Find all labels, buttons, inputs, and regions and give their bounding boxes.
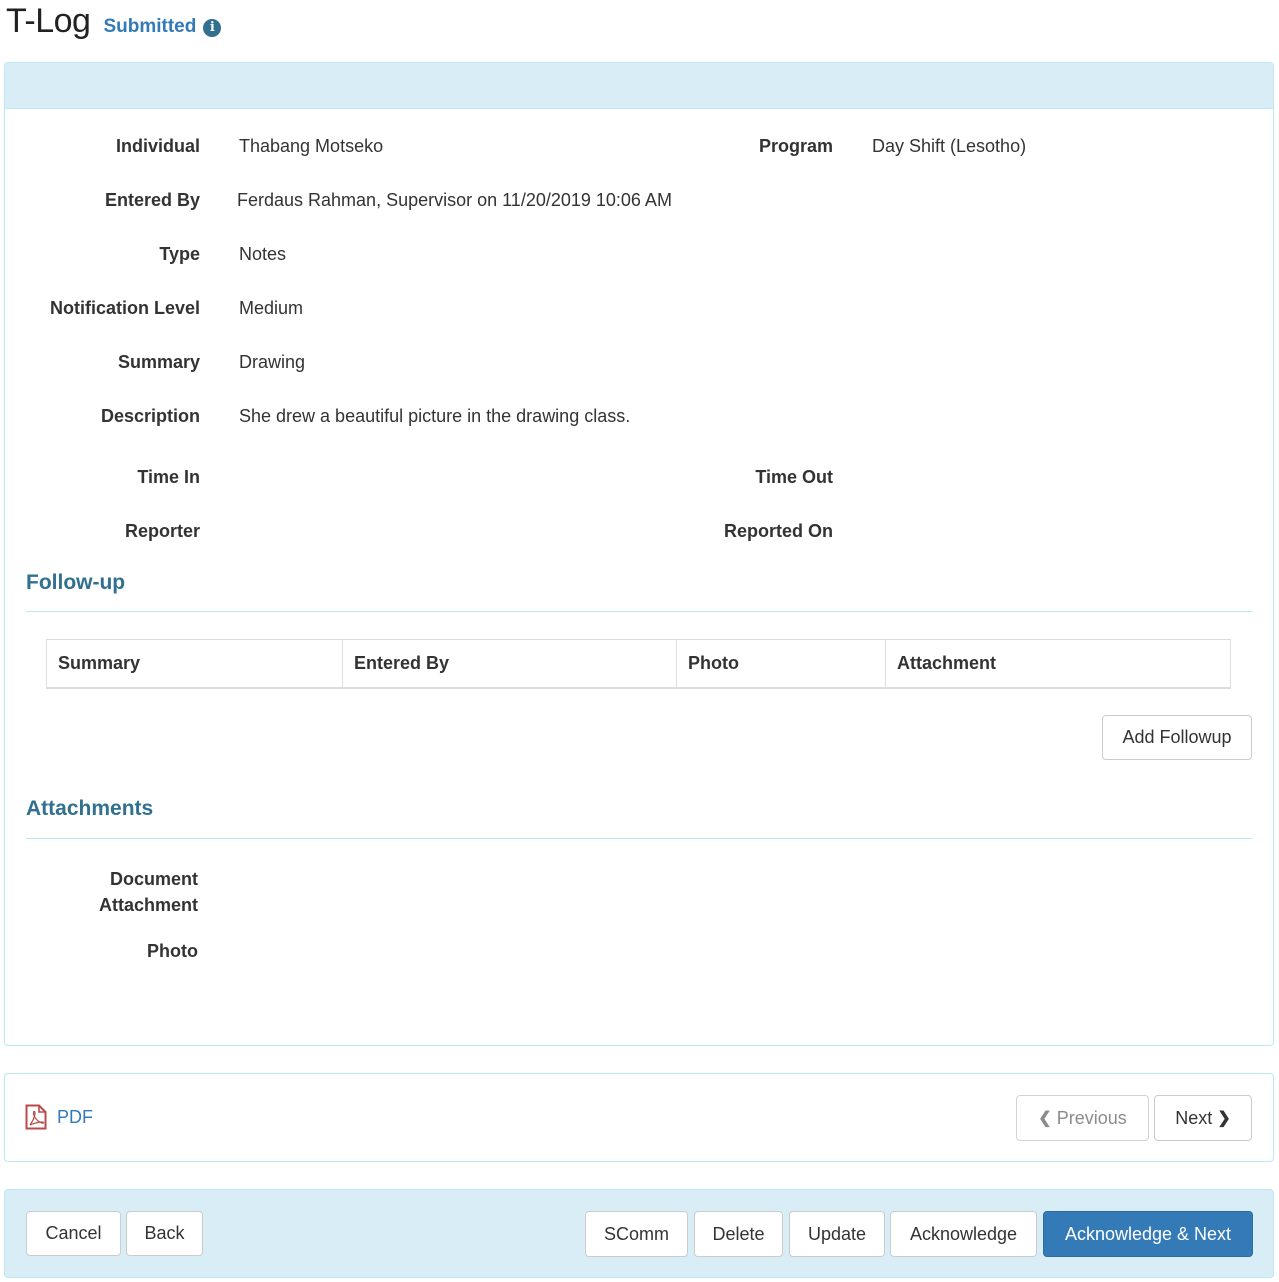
previous-button[interactable]: ❮ Previous	[1016, 1095, 1149, 1141]
followup-section-title: Follow-up	[26, 571, 126, 594]
pdf-link[interactable]: PDF	[25, 1104, 93, 1130]
back-button[interactable]: Back	[126, 1211, 203, 1256]
description-value: She drew a beautiful picture in the draw…	[239, 406, 631, 426]
type-value: Notes	[239, 244, 287, 264]
notification-level-value: Medium	[239, 298, 304, 318]
action-footer: Cancel Back SComm Delete Update Acknowle…	[4, 1189, 1274, 1278]
document-attachment-label-line1: Document	[109, 869, 198, 889]
entered-by-label: Entered By	[104, 190, 200, 210]
navigation-panel: PDF ❮ Previous Next ❯	[4, 1073, 1274, 1162]
followup-divider	[26, 611, 1252, 612]
type-label: Type	[159, 244, 200, 264]
document-attachment-label-line2: Attachment	[98, 895, 198, 915]
cancel-button[interactable]: Cancel	[26, 1211, 121, 1256]
description-label: Description	[100, 406, 200, 426]
file-pdf-icon	[25, 1104, 47, 1130]
reported-on-label: Reported On	[723, 521, 833, 541]
program-label: Program	[758, 136, 833, 156]
column-entered-by: Entered By	[342, 639, 677, 689]
time-out-label: Time Out	[755, 467, 833, 487]
column-summary: Summary	[46, 639, 343, 689]
attachments-section-title: Attachments	[26, 797, 154, 820]
update-button[interactable]: Update	[789, 1211, 885, 1257]
status-label: Submitted	[103, 16, 197, 37]
chevron-right-icon: ❯	[1217, 1110, 1231, 1127]
summary-label: Summary	[117, 352, 200, 372]
entered-by-value: Ferdaus Rahman, Supervisor on 11/20/2019…	[237, 190, 672, 210]
notification-level-label: Notification Level	[49, 298, 200, 318]
column-photo: Photo	[676, 639, 886, 689]
next-label: Next	[1175, 1107, 1213, 1128]
add-followup-button[interactable]: Add Followup	[1102, 715, 1252, 760]
scomm-button[interactable]: SComm	[585, 1211, 688, 1257]
time-in-label: Time In	[137, 467, 200, 487]
chevron-left-icon: ❮	[1038, 1110, 1052, 1127]
acknowledge-button[interactable]: Acknowledge	[890, 1211, 1037, 1257]
page-header: T-Log Submitted i	[6, 2, 222, 46]
panel-heading	[5, 63, 1273, 109]
page-title: T-Log	[6, 2, 91, 40]
followup-table: Summary Entered By Photo Attachment	[46, 639, 1231, 689]
individual-label: Individual	[115, 136, 200, 156]
attachments-divider	[26, 838, 1252, 839]
pdf-label: PDF	[57, 1106, 93, 1127]
previous-label: Previous	[1056, 1107, 1127, 1128]
acknowledge-next-button[interactable]: Acknowledge & Next	[1043, 1211, 1253, 1257]
individual-value: Thabang Motseko	[239, 136, 384, 156]
program-value: Day Shift (Lesotho)	[872, 136, 1027, 156]
delete-button[interactable]: Delete	[694, 1211, 783, 1257]
photo-label: Photo	[147, 941, 198, 961]
info-circle-icon[interactable]: i	[203, 19, 222, 37]
next-button[interactable]: Next ❯	[1154, 1095, 1252, 1141]
followup-header-row: Summary Entered By Photo Attachment	[46, 639, 1231, 689]
summary-value: Drawing	[239, 352, 306, 372]
column-attachment: Attachment	[885, 639, 1231, 689]
tlog-details-panel: Individual Thabang Motseko Program Day S…	[4, 62, 1274, 1046]
reporter-label: Reporter	[124, 521, 200, 541]
